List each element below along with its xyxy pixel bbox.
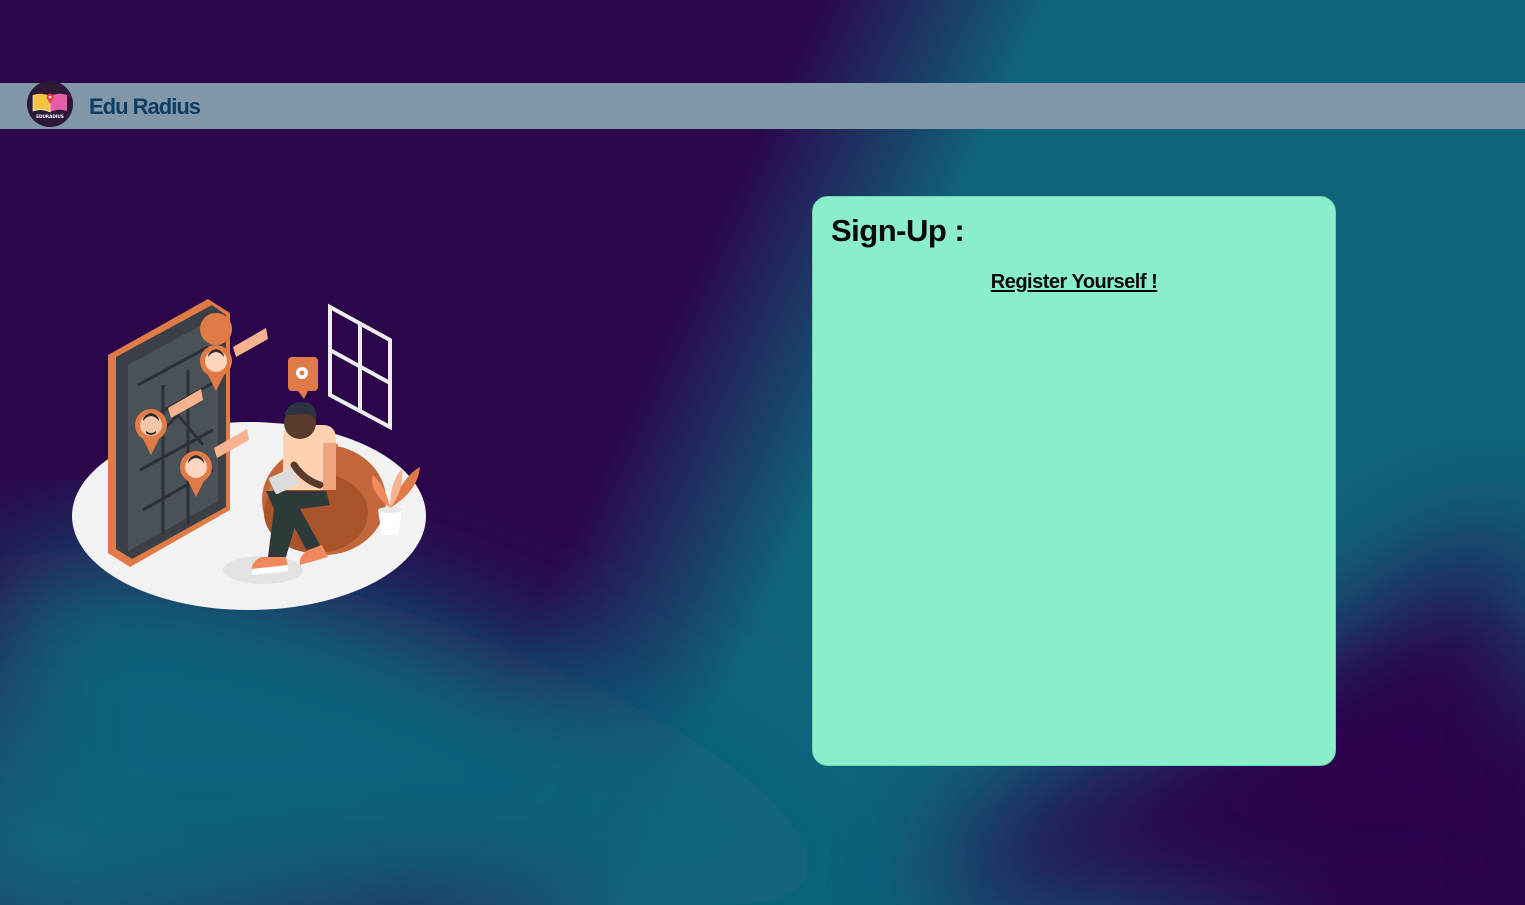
top-navbar: EDURADIUS Edu Radius	[0, 81, 1525, 129]
open-book-map-pin-icon: EDURADIUS	[27, 81, 73, 127]
person-with-map-locations-illustration	[72, 299, 426, 610]
brand-name[interactable]: Edu Radius	[89, 94, 201, 120]
register-yourself-link[interactable]: Register Yourself !	[813, 271, 1335, 294]
signup-title: Sign-Up :	[831, 213, 965, 248]
logo-text: EDURADIUS	[36, 114, 64, 119]
signup-card: Sign-Up : Register Yourself !	[812, 196, 1336, 766]
brand-logo[interactable]: EDURADIUS	[27, 81, 73, 127]
